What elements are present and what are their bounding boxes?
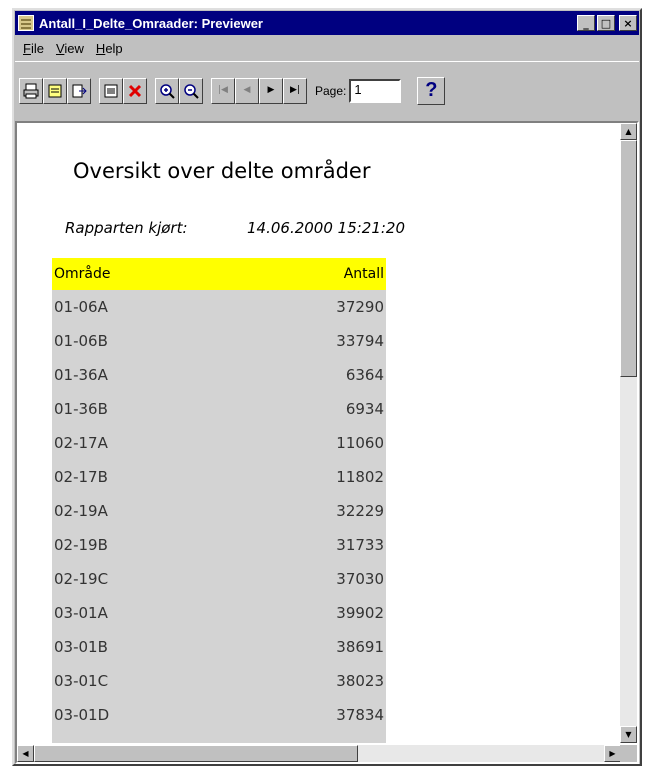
table-row: 03-01D 37834	[52, 698, 386, 732]
menu-help[interactable]: Help	[90, 41, 129, 56]
vertical-scroll-thumb[interactable]	[620, 140, 637, 377]
scroll-down-icon[interactable]: ▼	[620, 726, 637, 743]
count-cell: 33794	[336, 332, 384, 350]
scroll-left-icon[interactable]: ◀	[17, 745, 34, 762]
horizontal-scrollbar[interactable]: ◀ ▶	[17, 745, 621, 762]
area-cell: 01-36A	[54, 366, 108, 384]
report-title: Oversikt over delte områder	[73, 159, 371, 183]
area-cell: 02-17A	[54, 434, 108, 452]
column-header-area: Område	[54, 266, 111, 282]
single-page-icon[interactable]	[99, 77, 123, 104]
area-cell: 03-01B	[54, 638, 108, 656]
area-cell: 03-01A	[54, 604, 108, 622]
count-cell: 37030	[336, 570, 384, 588]
count-cell: 32229	[336, 502, 384, 520]
next-page-icon[interactable]: ▶	[259, 77, 283, 104]
count-cell: 31733	[336, 536, 384, 554]
page-label: Page:	[315, 83, 347, 98]
count-cell: 38023	[336, 672, 384, 690]
table-row: 01-06A 37290	[52, 290, 386, 324]
count-cell: 37834	[336, 706, 384, 724]
table-row: 02-19B 31733	[52, 528, 386, 562]
maximize-button[interactable]: □	[597, 15, 615, 31]
print-icon[interactable]	[19, 77, 43, 104]
window-controls: _ □ ×	[577, 15, 637, 31]
zoom-group	[155, 77, 203, 104]
toolbar: |◀ ◀ ▶ ▶| Page: 1 ?	[15, 61, 639, 119]
table-row: 02-19A 32229	[52, 494, 386, 528]
scrollbar-corner	[620, 745, 637, 762]
minimize-button[interactable]: _	[577, 15, 595, 31]
close-button[interactable]: ×	[619, 15, 637, 31]
area-cell: 02-19A	[54, 502, 108, 520]
vertical-scrollbar[interactable]: ▲ ▼	[620, 123, 637, 743]
menu-view[interactable]: View	[50, 41, 90, 56]
area-cell: 02-19C	[54, 570, 109, 588]
table-row: 03-01C 38023	[52, 664, 386, 698]
area-cell: 01-06B	[54, 332, 108, 350]
report-table: Område Antall 01-06A 37290 01-06B 33794 01-3…	[52, 258, 386, 743]
title-bar[interactable]: Antall_I_Delte_Omraader: Previewer _ □ ×	[15, 11, 639, 35]
table-header: Område Antall	[52, 258, 386, 290]
count-cell: 37290	[336, 298, 384, 316]
table-row: 03-01E 20227	[52, 732, 386, 743]
area-cell: 03-01D	[54, 706, 110, 724]
area-cell: 02-19B	[54, 536, 108, 554]
zoom-out-icon[interactable]	[179, 77, 203, 104]
count-cell: 6934	[345, 400, 384, 418]
close-preview-icon[interactable]	[123, 77, 147, 104]
run-timestamp: 14.06.2000 15:21:20	[247, 219, 406, 237]
view-group	[99, 77, 147, 104]
count-cell: 11802	[336, 468, 384, 486]
table-row: 01-06B 33794	[52, 324, 386, 358]
table-row: 01-36B 6934	[52, 392, 386, 426]
horizontal-scroll-thumb[interactable]	[34, 745, 358, 762]
last-page-icon[interactable]: ▶|	[283, 77, 307, 104]
area-cell: 03-01C	[54, 672, 109, 690]
print-setup-icon[interactable]	[43, 77, 67, 104]
area-cell: 01-06A	[54, 298, 108, 316]
count-cell: 39902	[336, 604, 384, 622]
export-icon[interactable]	[67, 77, 91, 104]
app-icon	[18, 15, 34, 31]
report-page: Oversikt over delte områder Rapparten kj…	[17, 123, 621, 743]
prev-page-icon[interactable]: ◀	[235, 77, 259, 104]
scroll-right-icon[interactable]: ▶	[604, 745, 621, 762]
window-title: Antall_I_Delte_Omraader: Previewer	[39, 15, 263, 31]
previewer-window: Antall_I_Delte_Omraader: Previewer _ □ ×…	[12, 8, 642, 766]
count-cell: 11060	[336, 434, 384, 452]
area-cell: 03-01E	[54, 740, 107, 743]
first-page-icon[interactable]: |◀	[211, 77, 235, 104]
area-cell: 01-36B	[54, 400, 108, 418]
table-row: 03-01A 39902	[52, 596, 386, 630]
area-cell: 02-17B	[54, 468, 108, 486]
count-cell: 38691	[336, 638, 384, 656]
navigation-group: |◀ ◀ ▶ ▶|	[211, 77, 307, 104]
table-row: 02-17A 11060	[52, 426, 386, 460]
column-header-count: Antall	[343, 266, 384, 282]
print-group	[19, 77, 91, 104]
table-row: 02-17B 11802	[52, 460, 386, 494]
table-body: 01-06A 37290 01-06B 33794 01-36A 6364 01-36B 69…	[52, 290, 386, 743]
scroll-up-icon[interactable]: ▲	[620, 123, 637, 140]
count-cell: 20227	[336, 740, 384, 743]
page-input[interactable]: 1	[349, 78, 402, 103]
preview-viewport: Oversikt over delte områder Rapparten kj…	[15, 121, 639, 764]
help-icon[interactable]: ?	[417, 76, 446, 105]
run-label: Rapparten kjørt:	[65, 219, 188, 237]
menu-file[interactable]: File	[17, 41, 50, 56]
menu-bar: File View Help	[15, 37, 639, 59]
count-cell: 6364	[345, 366, 384, 384]
zoom-in-icon[interactable]	[155, 77, 179, 104]
table-row: 02-19C 37030	[52, 562, 386, 596]
table-row: 03-01B 38691	[52, 630, 386, 664]
table-row: 01-36A 6364	[52, 358, 386, 392]
